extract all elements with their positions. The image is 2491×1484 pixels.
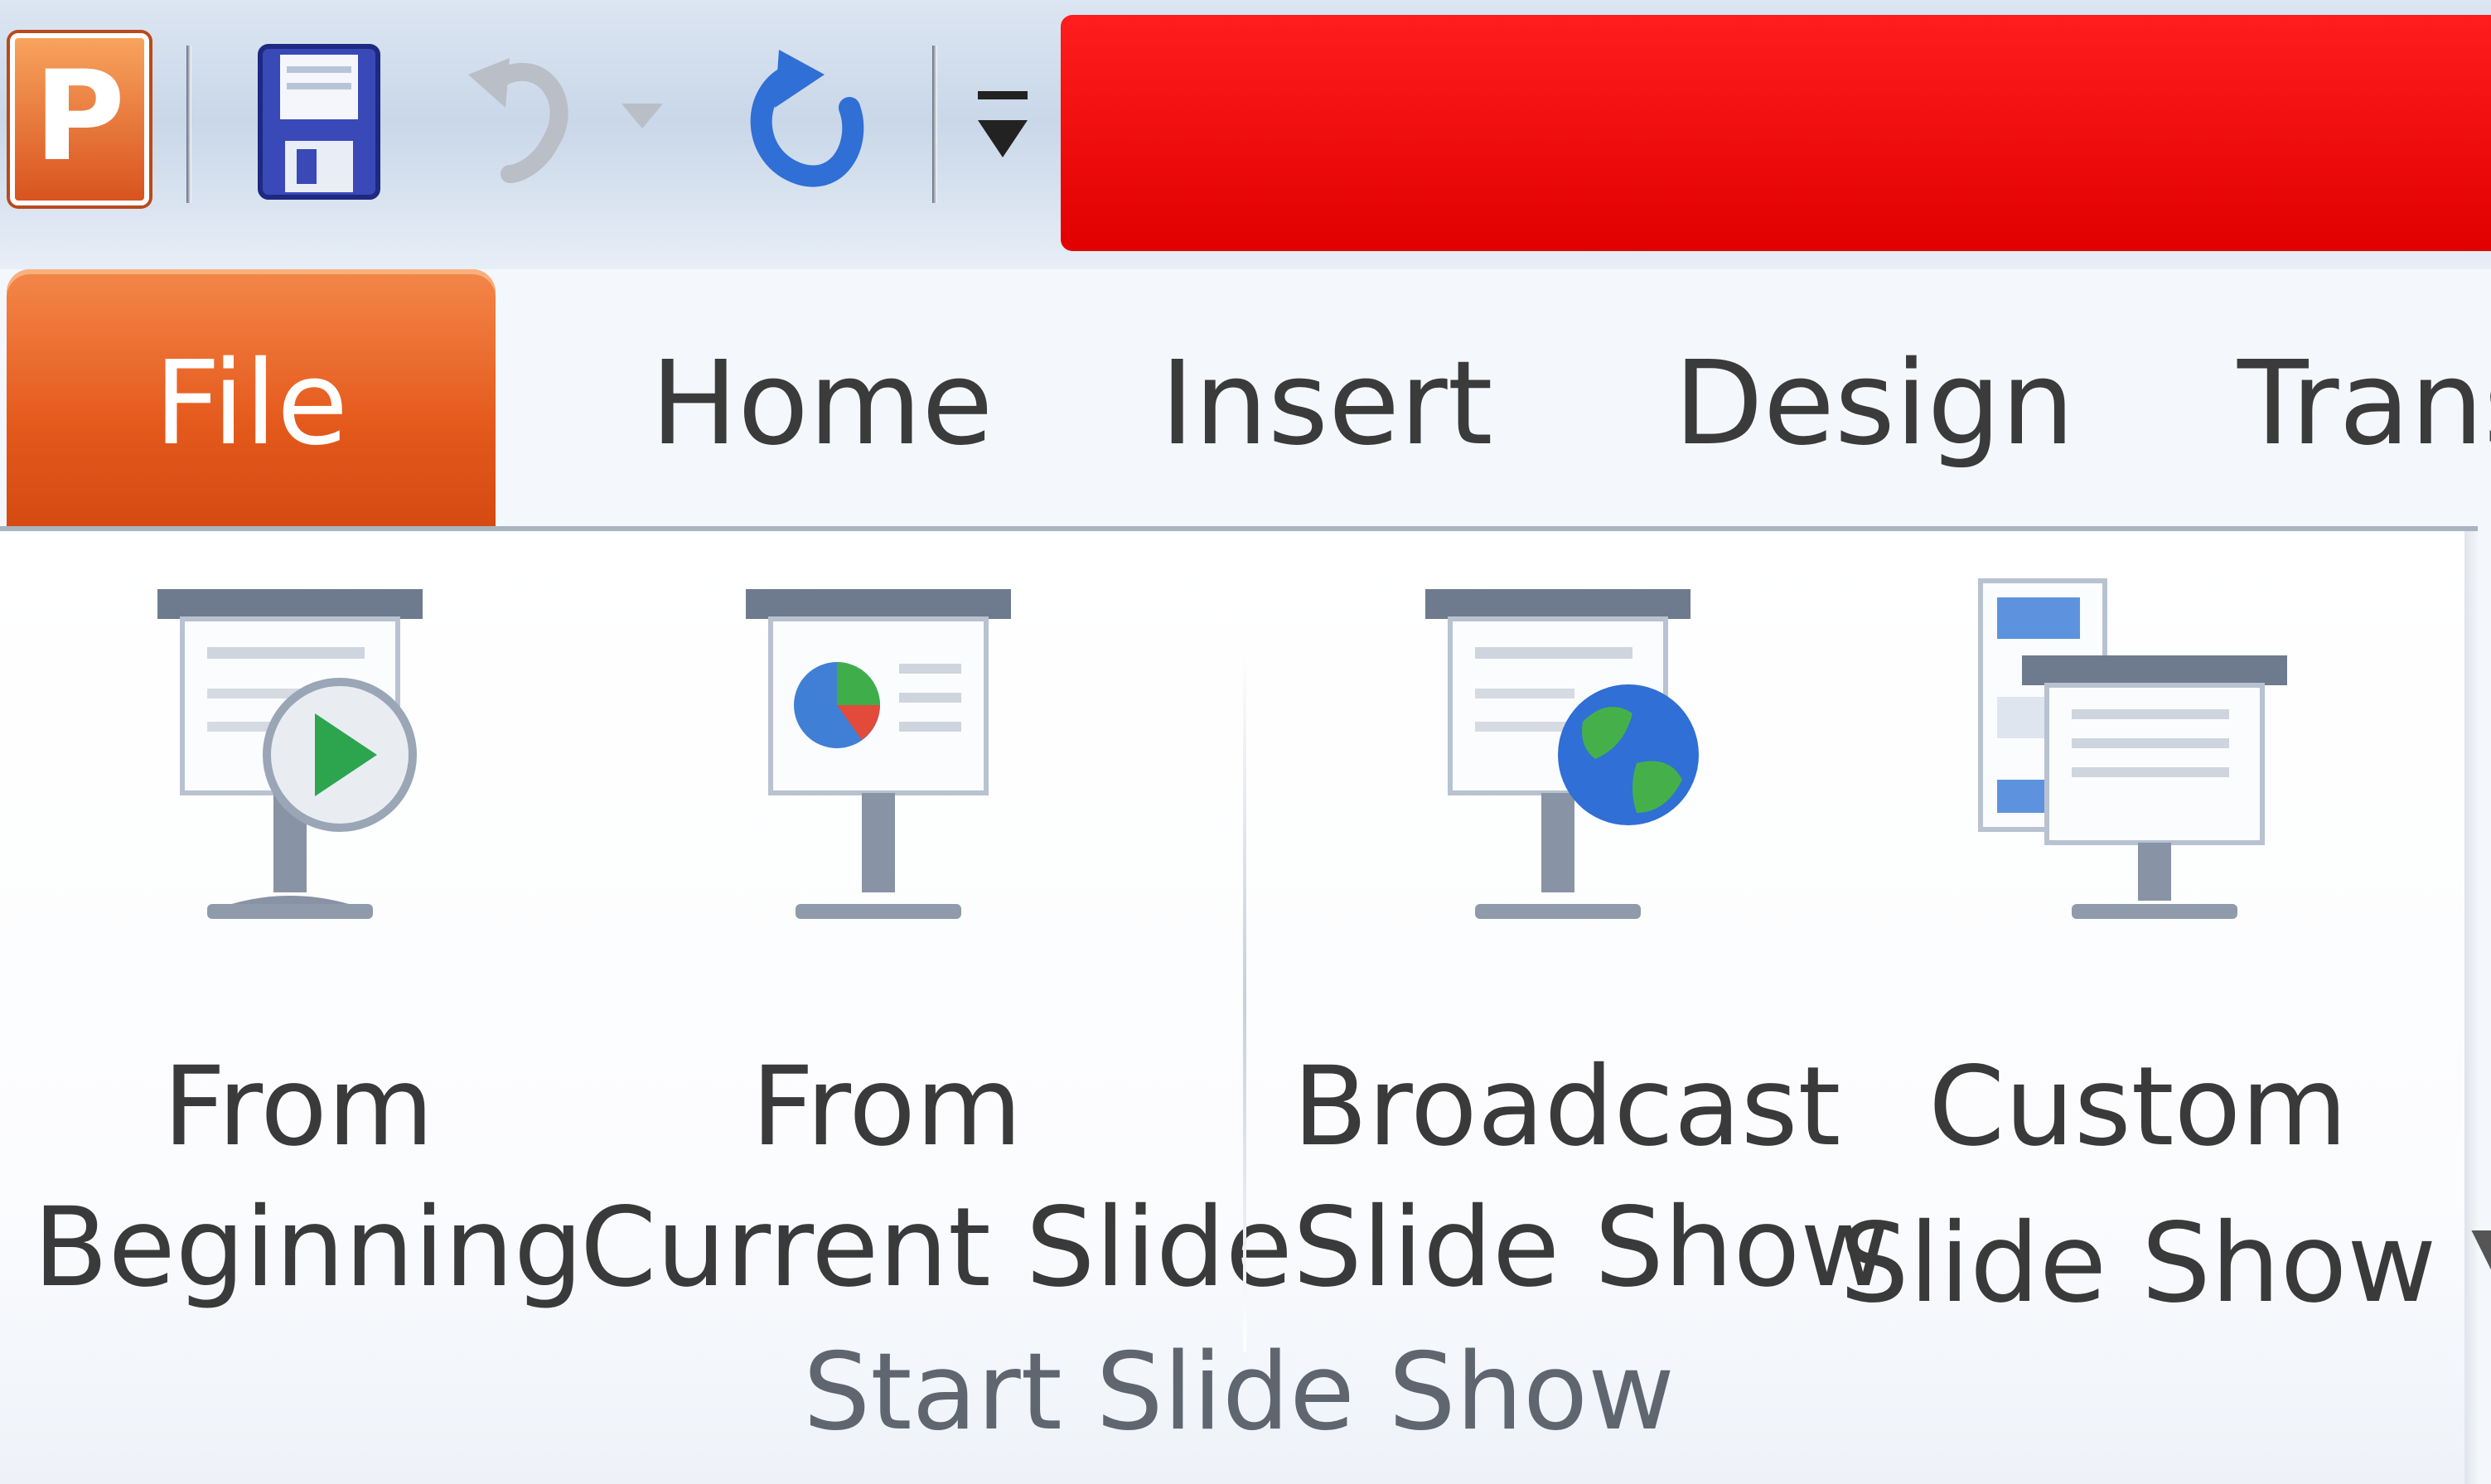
tab-transitions[interactable]: Trans xyxy=(2237,327,2491,481)
tab-design[interactable]: Design xyxy=(1674,327,2074,481)
ribbon-slide-show: From Beginning From Current Slide Broadc… xyxy=(0,526,2491,1484)
custom-slide-show-button[interactable]: Custom Slide Show ▼ xyxy=(1840,578,2491,1409)
broadcast-slide-show-button[interactable]: Broadcast Slide Show xyxy=(1293,581,1890,1409)
from-beginning-label: From Beginning xyxy=(33,1043,583,1312)
save-icon[interactable] xyxy=(257,43,381,201)
tab-insert[interactable]: Insert xyxy=(1160,327,1493,481)
customize-quick-access-icon[interactable] xyxy=(974,83,1032,174)
powerpoint-icon[interactable]: P xyxy=(10,33,149,205)
tab-file[interactable]: File xyxy=(7,269,496,526)
custom-show-icon xyxy=(1978,578,2287,919)
title-area-redacted xyxy=(1061,15,2491,251)
qat-separator xyxy=(932,46,937,203)
qat-separator xyxy=(186,46,191,203)
from-beginning-button[interactable]: From Beginning xyxy=(33,581,583,1409)
redo-icon[interactable] xyxy=(742,50,866,195)
tab-file-label: File xyxy=(153,336,349,471)
pie-screen-icon xyxy=(746,589,1011,919)
globe-screen-icon xyxy=(1425,589,1699,919)
from-current-slide-button[interactable]: From Current Slide xyxy=(580,581,1293,1409)
play-screen-icon xyxy=(157,589,423,919)
dropdown-arrow-icon[interactable]: ▼ xyxy=(2471,1214,2491,1282)
group-separator xyxy=(1243,647,1246,1351)
group-label-start-slide-show: Start Slide Show xyxy=(803,1331,1675,1454)
custom-slide-show-label: Custom Slide Show ▼ xyxy=(1840,1037,2491,1334)
undo-dropdown-icon[interactable] xyxy=(617,95,667,137)
title-bar: P xyxy=(0,0,2491,269)
undo-icon[interactable] xyxy=(460,50,576,191)
tab-home[interactable]: Home xyxy=(651,327,993,481)
from-current-slide-label: From Current Slide xyxy=(580,1043,1293,1312)
broadcast-slide-show-label: Broadcast Slide Show xyxy=(1293,1043,1890,1312)
